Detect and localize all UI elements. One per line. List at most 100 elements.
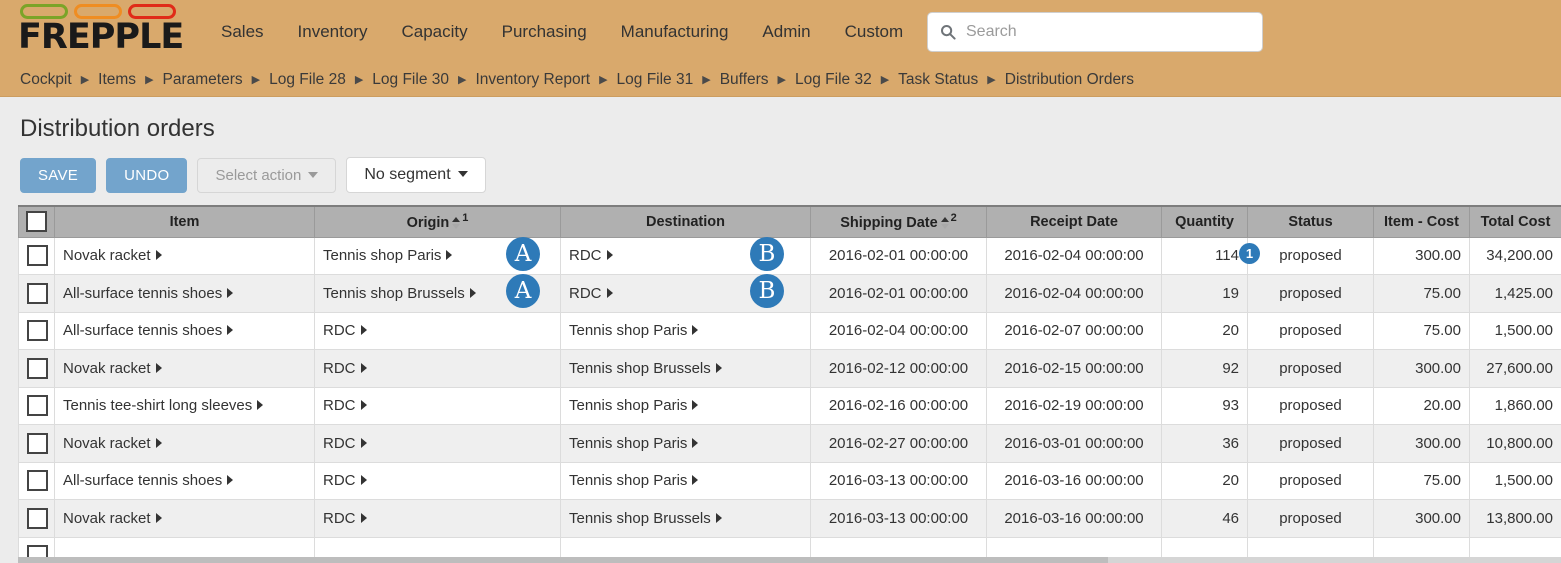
row-select-cell[interactable] [19,500,55,538]
cell-destination[interactable]: Tennis shop Paris [561,462,811,500]
drilldown-arrow-icon[interactable] [470,288,476,298]
cell-origin[interactable]: RDC [315,350,561,388]
select-action-dropdown[interactable]: Select action [197,158,336,193]
column-header-item[interactable]: Item [55,206,315,237]
cell-item[interactable]: All-surface tennis shoes [55,275,315,313]
column-header-receipt-date[interactable]: Receipt Date [987,206,1162,237]
cell-receipt-date[interactable]: 2016-03-01 00:00:00 [987,425,1162,463]
cell-origin[interactable]: RDC [315,387,561,425]
nav-item-inventory[interactable]: Inventory [281,0,385,64]
breadcrumb-item-items[interactable]: Items [98,71,136,89]
cell-item-cost[interactable]: 75.00 [1374,312,1470,350]
cell-status[interactable]: proposed [1248,312,1374,350]
cell-receipt-date[interactable]: 2016-02-15 00:00:00 [987,350,1162,388]
row-checkbox[interactable] [27,283,48,304]
row-select-cell[interactable] [19,237,55,275]
cell-quantity[interactable]: 93 [1162,387,1248,425]
drilldown-arrow-icon[interactable] [156,438,162,448]
select-all-checkbox[interactable] [26,211,47,232]
cell-item-cost[interactable]: 300.00 [1374,350,1470,388]
table-row[interactable]: Novak racketRDCTennis shop Brussels2016-… [19,350,1561,388]
cell-item[interactable]: Novak racket [55,500,315,538]
table-row[interactable]: Tennis tee-shirt long sleevesRDCTennis s… [19,387,1561,425]
cell-total-cost[interactable]: 10,800.00 [1470,425,1561,463]
cell-status[interactable]: proposed [1248,350,1374,388]
cell-total-cost[interactable]: 1,500.00 [1470,462,1561,500]
cell-status[interactable]: proposed [1248,275,1374,313]
row-select-cell[interactable] [19,275,55,313]
drilldown-arrow-icon[interactable] [257,400,263,410]
nav-item-capacity[interactable]: Capacity [384,0,484,64]
row-checkbox[interactable] [27,508,48,529]
table-row[interactable]: All-surface tennis shoesTennis shop Brus… [19,275,1561,313]
cell-receipt-date[interactable]: 2016-02-19 00:00:00 [987,387,1162,425]
row-select-cell[interactable] [19,387,55,425]
nav-item-purchasing[interactable]: Purchasing [485,0,604,64]
cell-item[interactable]: All-surface tennis shoes [55,462,315,500]
search-box[interactable] [927,12,1263,52]
cell-origin[interactable]: RDC [315,462,561,500]
column-header-total-cost[interactable]: Total Cost [1470,206,1561,237]
drilldown-arrow-icon[interactable] [227,325,233,335]
breadcrumb-item-log-file-28[interactable]: Log File 28 [269,71,346,89]
column-header-shipping-date[interactable]: Shipping Date2 [811,206,987,237]
cell-status[interactable]: proposed [1248,387,1374,425]
row-select-cell[interactable] [19,462,55,500]
select-all-header[interactable] [19,206,55,237]
drilldown-arrow-icon[interactable] [156,250,162,260]
cell-shipping-date[interactable]: 2016-03-13 00:00:00 [811,462,987,500]
cell-total-cost[interactable]: 34,200.00 [1470,237,1561,275]
cell-item[interactable]: Novak racket [55,350,315,388]
column-header-quantity[interactable]: Quantity [1162,206,1248,237]
drilldown-arrow-icon[interactable] [692,400,698,410]
cell-total-cost[interactable]: 1,860.00 [1470,387,1561,425]
horizontal-scrollbar-thumb[interactable] [18,557,1108,563]
cell-quantity[interactable]: 19 [1162,275,1248,313]
breadcrumb-item-inventory-report[interactable]: Inventory Report [475,71,590,89]
drilldown-arrow-icon[interactable] [361,438,367,448]
column-header-item-cost[interactable]: Item - Cost [1374,206,1470,237]
drilldown-arrow-icon[interactable] [361,400,367,410]
cell-status[interactable]: proposed [1248,500,1374,538]
cell-quantity[interactable]: 114 [1162,237,1248,275]
cell-receipt-date[interactable]: 2016-03-16 00:00:00 [987,462,1162,500]
cell-item-cost[interactable]: 75.00 [1374,275,1470,313]
cell-origin[interactable]: Tennis shop Paris [315,237,561,275]
row-checkbox[interactable] [27,320,48,341]
nav-item-sales[interactable]: Sales [204,0,281,64]
cell-shipping-date[interactable]: 2016-02-16 00:00:00 [811,387,987,425]
cell-origin[interactable]: RDC [315,312,561,350]
drilldown-arrow-icon[interactable] [227,475,233,485]
cell-quantity[interactable]: 20 [1162,312,1248,350]
drilldown-arrow-icon[interactable] [227,288,233,298]
table-row[interactable]: All-surface tennis shoesRDCTennis shop P… [19,462,1561,500]
row-checkbox[interactable] [27,245,48,266]
cell-origin[interactable]: Tennis shop Brussels [315,275,561,313]
cell-destination[interactable]: Tennis shop Brussels [561,500,811,538]
cell-item[interactable]: All-surface tennis shoes [55,312,315,350]
cell-item[interactable]: Novak racket [55,237,315,275]
undo-button[interactable]: UNDO [106,158,187,193]
search-input[interactable] [964,22,1250,42]
row-select-cell[interactable] [19,350,55,388]
breadcrumb-item-log-file-32[interactable]: Log File 32 [795,71,872,89]
cell-item[interactable]: Tennis tee-shirt long sleeves [55,387,315,425]
drilldown-arrow-icon[interactable] [156,513,162,523]
drilldown-arrow-icon[interactable] [716,513,722,523]
breadcrumb-item-task-status[interactable]: Task Status [898,71,978,89]
cell-item-cost[interactable]: 75.00 [1374,462,1470,500]
save-button[interactable]: SAVE [20,158,96,193]
drilldown-arrow-icon[interactable] [361,363,367,373]
table-row[interactable]: Novak racketRDCTennis shop Brussels2016-… [19,500,1561,538]
drilldown-arrow-icon[interactable] [692,475,698,485]
cell-receipt-date[interactable]: 2016-02-04 00:00:00 [987,237,1162,275]
cell-item-cost[interactable]: 20.00 [1374,387,1470,425]
cell-item-cost[interactable]: 300.00 [1374,237,1470,275]
table-row[interactable]: All-surface tennis shoesRDCTennis shop P… [19,312,1561,350]
cell-destination[interactable]: Tennis shop Paris [561,312,811,350]
table-row[interactable]: Novak racketRDCTennis shop Paris2016-02-… [19,425,1561,463]
cell-origin[interactable]: RDC [315,500,561,538]
cell-destination[interactable]: RDC [561,237,811,275]
drilldown-arrow-icon[interactable] [361,513,367,523]
nav-item-admin[interactable]: Admin [745,0,827,64]
